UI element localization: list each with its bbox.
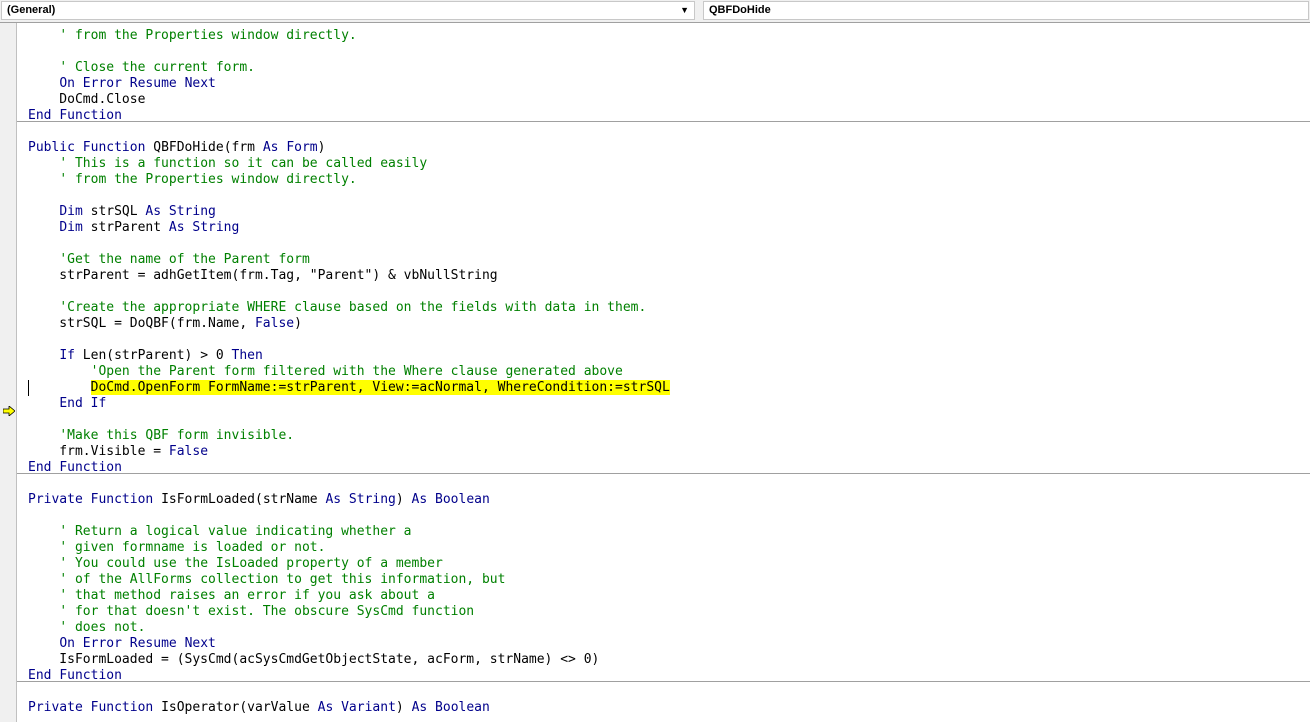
- code-line[interactable]: [17, 44, 1310, 60]
- code-line[interactable]: If Len(strParent) > 0 Then: [17, 348, 1310, 364]
- code-line[interactable]: [17, 412, 1310, 428]
- code-line[interactable]: 'Create the appropriate WHERE clause bas…: [17, 300, 1310, 316]
- object-combo-value: (General): [7, 4, 56, 16]
- code-line[interactable]: [17, 684, 1310, 700]
- code-line[interactable]: [17, 332, 1310, 348]
- code-line[interactable]: ' that method raises an error if you ask…: [17, 588, 1310, 604]
- procedure-combo[interactable]: QBFDoHide: [703, 1, 1309, 20]
- code-line[interactable]: On Error Resume Next: [17, 636, 1310, 652]
- code-line[interactable]: DoCmd.Close: [17, 92, 1310, 108]
- code-line[interactable]: ' Return a logical value indicating whet…: [17, 524, 1310, 540]
- code-line[interactable]: [17, 188, 1310, 204]
- text-cursor: [28, 380, 29, 396]
- code-line[interactable]: strSQL = DoQBF(frm.Name, False): [17, 316, 1310, 332]
- code-line[interactable]: ' You could use the IsLoaded property of…: [17, 556, 1310, 572]
- code-line[interactable]: frm.Visible = False: [17, 444, 1310, 460]
- code-line[interactable]: ' given formname is loaded or not.: [17, 540, 1310, 556]
- procedure-separator: [17, 681, 1310, 682]
- code-line[interactable]: [17, 284, 1310, 300]
- procedure-separator: [17, 473, 1310, 474]
- code-line[interactable]: strParent = adhGetItem(frm.Tag, "Parent"…: [17, 268, 1310, 284]
- code-line[interactable]: ' for that doesn't exist. The obscure Sy…: [17, 604, 1310, 620]
- code-line[interactable]: 'Open the Parent form filtered with the …: [17, 364, 1310, 380]
- code-line[interactable]: Dim strParent As String: [17, 220, 1310, 236]
- code-line[interactable]: [17, 508, 1310, 524]
- code-line[interactable]: [17, 236, 1310, 252]
- code-line[interactable]: ' from the Properties window directly.: [17, 172, 1310, 188]
- procedure-combo-value: QBFDoHide: [709, 4, 771, 16]
- code-line[interactable]: 'Get the name of the Parent form: [17, 252, 1310, 268]
- code-line[interactable]: Private Function IsOperator(varValue As …: [17, 700, 1310, 716]
- code-line[interactable]: End If: [17, 396, 1310, 412]
- code-line[interactable]: Dim strSQL As String: [17, 204, 1310, 220]
- object-combo[interactable]: (General) ▼: [1, 1, 695, 20]
- code-line[interactable]: Private Function IsFormLoaded(strName As…: [17, 492, 1310, 508]
- code-line[interactable]: IsFormLoaded = (SysCmd(acSysCmdGetObject…: [17, 652, 1310, 668]
- code-line[interactable]: ' does not.: [17, 620, 1310, 636]
- code-line[interactable]: 'Make this QBF form invisible.: [17, 428, 1310, 444]
- procedure-separator: [17, 121, 1310, 122]
- execution-arrow-icon: [3, 406, 15, 416]
- code-line[interactable]: ' from the Properties window directly.: [17, 28, 1310, 44]
- code-line[interactable]: ' Close the current form.: [17, 60, 1310, 76]
- code-window-toolbar: (General) ▼ QBFDoHide: [0, 0, 1310, 23]
- dropdown-arrow-icon[interactable]: ▼: [680, 2, 689, 19]
- code-line[interactable]: On Error Resume Next: [17, 76, 1310, 92]
- margin-indicator-bar[interactable]: [0, 23, 17, 722]
- code-line[interactable]: ' This is a function so it can be called…: [17, 156, 1310, 172]
- code-line[interactable]: Public Function QBFDoHide(frm As Form): [17, 140, 1310, 156]
- code-line[interactable]: DoCmd.OpenForm FormName:=strParent, View…: [17, 380, 1310, 396]
- code-line[interactable]: [17, 124, 1310, 140]
- code-line[interactable]: [17, 476, 1310, 492]
- code-editor[interactable]: ' from the Properties window directly. '…: [17, 23, 1310, 722]
- code-line[interactable]: ' of the AllForms collection to get this…: [17, 572, 1310, 588]
- current-statement-highlight: DoCmd.OpenForm FormName:=strParent, View…: [90, 380, 670, 395]
